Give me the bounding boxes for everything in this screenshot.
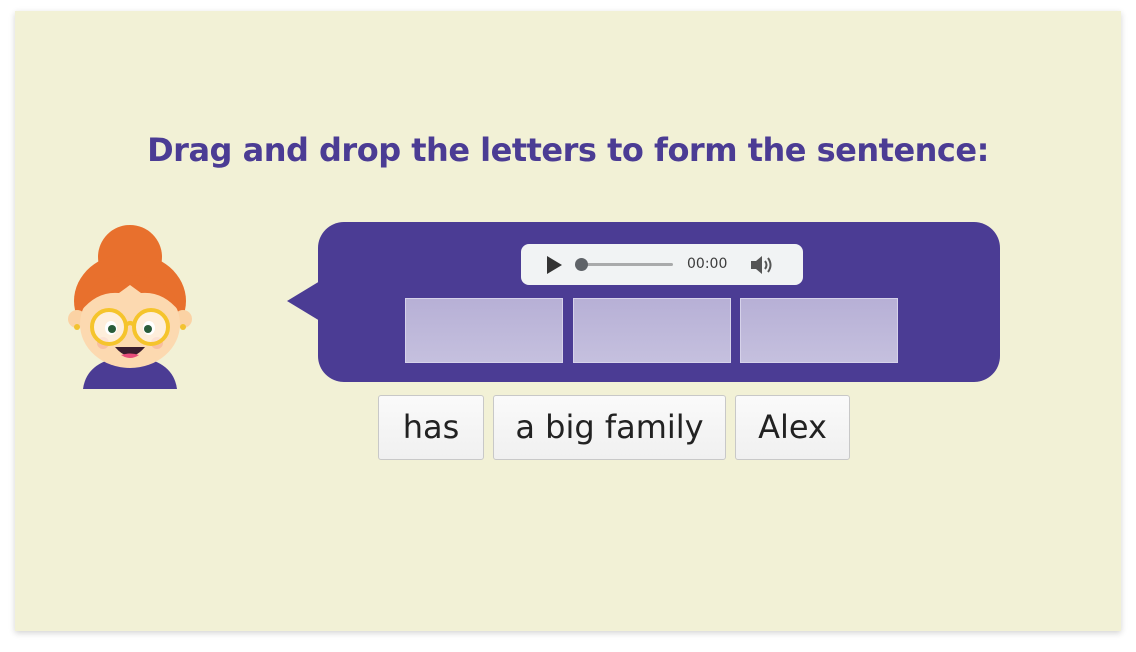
volume-icon[interactable] bbox=[749, 253, 775, 277]
answer-slot-1[interactable] bbox=[405, 298, 563, 363]
girl-avatar-icon bbox=[67, 219, 193, 389]
speech-bubble: 00:00 bbox=[318, 222, 1000, 382]
audio-progress-thumb[interactable] bbox=[575, 258, 588, 271]
word-tile-has[interactable]: has bbox=[378, 395, 484, 460]
audio-player: 00:00 bbox=[521, 244, 803, 285]
answer-slot-2[interactable] bbox=[573, 298, 731, 363]
answer-slot-3[interactable] bbox=[740, 298, 898, 363]
word-tile-a-big-family[interactable]: a big family bbox=[493, 395, 726, 460]
speech-bubble-tail bbox=[287, 281, 320, 321]
audio-time: 00:00 bbox=[687, 256, 728, 272]
instruction-title: Drag and drop the letters to form the se… bbox=[147, 131, 989, 169]
audio-progress-bar[interactable] bbox=[575, 258, 673, 271]
activity-card: Drag and drop the letters to form the se… bbox=[15, 11, 1121, 631]
play-icon[interactable] bbox=[543, 254, 565, 276]
word-tile-alex[interactable]: Alex bbox=[735, 395, 850, 460]
